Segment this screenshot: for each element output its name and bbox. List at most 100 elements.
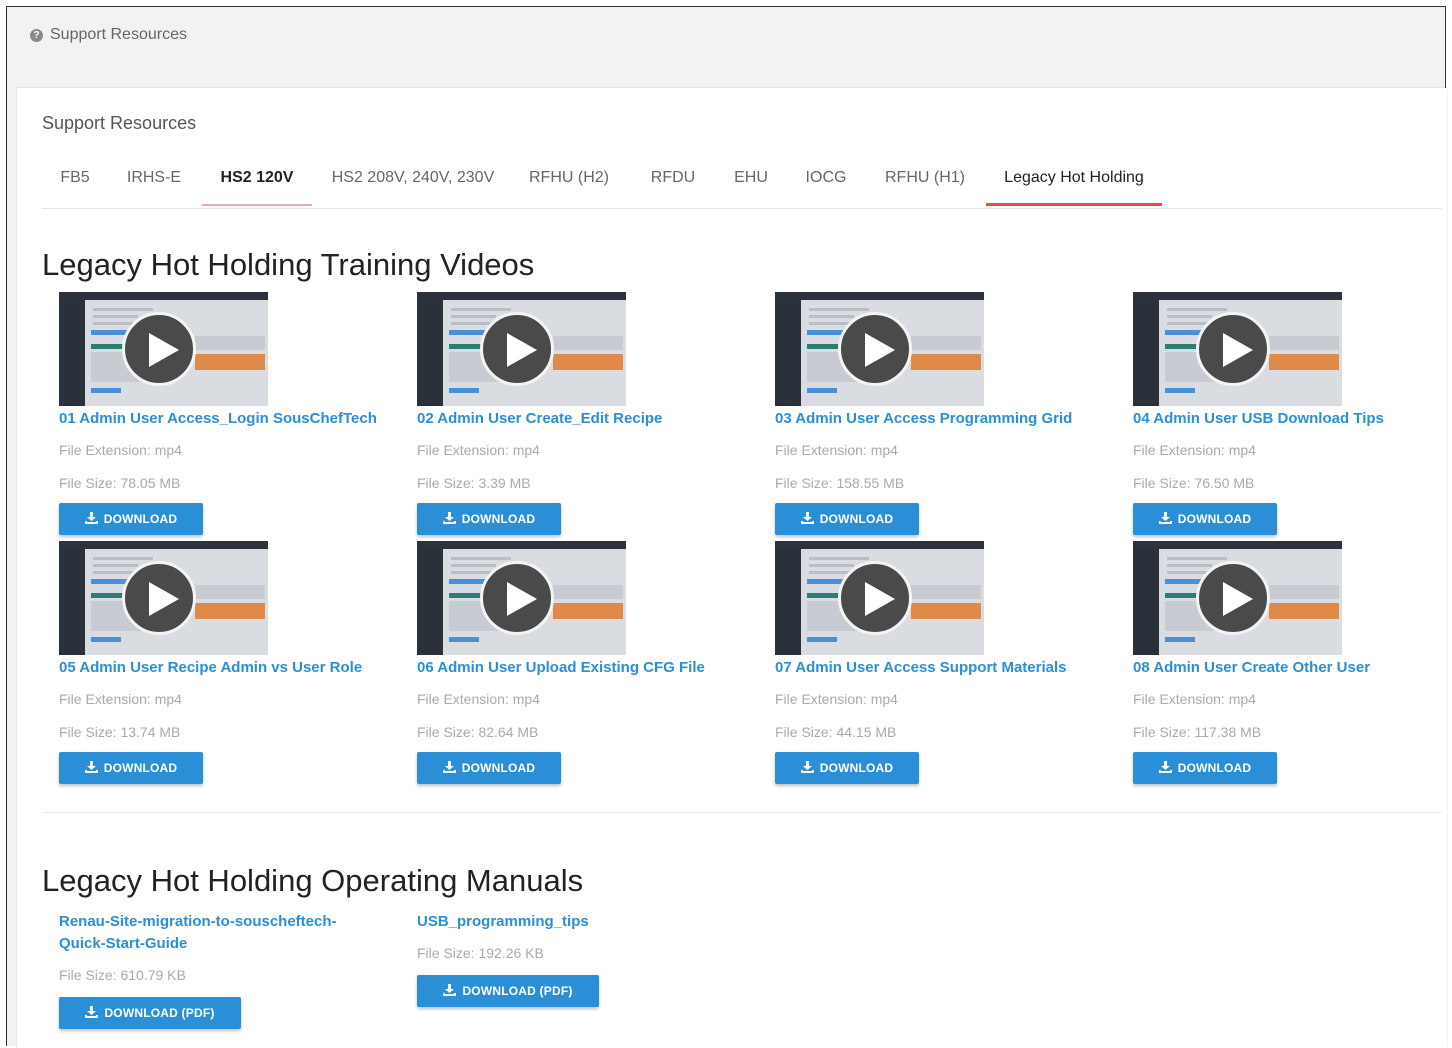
play-icon[interactable]: [838, 312, 912, 386]
download-button[interactable]: DOWNLOAD: [1133, 503, 1277, 535]
video-thumbnail[interactable]: [775, 541, 984, 655]
download-icon: [1158, 511, 1172, 527]
download-icon: [84, 760, 98, 776]
breadcrumb-label: Support Resources: [50, 26, 187, 43]
video-thumbnail[interactable]: [775, 292, 984, 406]
download-icon: [442, 511, 456, 527]
video-title-link[interactable]: 02 Admin User Create_Edit Recipe: [417, 410, 757, 427]
file-extension: File Extension: mp4: [417, 442, 540, 458]
download-button[interactable]: DOWNLOAD: [417, 752, 561, 784]
download-icon: [85, 1005, 99, 1021]
manual-card: USB_programming_tips File Size: 192.26 K…: [417, 911, 757, 1007]
app-frame: ? Support Resources Support Resources FB…: [6, 6, 1447, 1048]
video-title-link[interactable]: 04 Admin User USB Download Tips: [1133, 410, 1452, 427]
file-extension: File Extension: mp4: [417, 691, 540, 707]
file-extension: File Extension: mp4: [1133, 442, 1256, 458]
video-title-link[interactable]: 05 Admin User Recipe Admin vs User Role: [59, 659, 399, 676]
download-button[interactable]: DOWNLOAD: [417, 503, 561, 535]
file-size: File Size: 76.50 MB: [1133, 475, 1255, 491]
video-title-link[interactable]: 03 Admin User Access Programming Grid: [775, 410, 1115, 427]
tab-bar: FB5 IRHS-E HS2 120V HS2 208V, 240V, 230V…: [42, 156, 1442, 209]
download-button[interactable]: DOWNLOAD: [59, 503, 203, 535]
video-thumbnail[interactable]: [1133, 541, 1342, 655]
video-card: 07 Admin User Access Support Materials F…: [775, 541, 1115, 784]
download-button[interactable]: DOWNLOAD: [775, 503, 919, 535]
download-label: DOWNLOAD: [103, 761, 178, 775]
tab-rfhu-h2[interactable]: RFHU (H2): [514, 156, 624, 206]
video-thumbnail[interactable]: [59, 292, 268, 406]
download-button[interactable]: DOWNLOAD: [775, 752, 919, 784]
tab-hs2-120v[interactable]: HS2 120V: [202, 156, 312, 206]
file-size: File Size: 13.74 MB: [59, 724, 181, 740]
support-panel: Support Resources FB5 IRHS-E HS2 120V HS…: [17, 88, 1447, 1048]
manual-file-size: File Size: 192.26 KB: [417, 945, 544, 961]
manual-title-link[interactable]: USB_programming_tips: [417, 911, 757, 933]
manuals-section-title: Legacy Hot Holding Operating Manuals: [42, 863, 584, 898]
download-label: DOWNLOAD: [103, 512, 178, 526]
download-icon: [1158, 760, 1172, 776]
manual-title-line2: Quick-Start-Guide: [59, 935, 188, 952]
file-size: File Size: 44.15 MB: [775, 724, 897, 740]
download-label: DOWNLOAD: [461, 512, 536, 526]
download-label: DOWNLOAD: [461, 761, 536, 775]
download-pdf-label: DOWNLOAD (PDF): [104, 1006, 215, 1020]
tab-irhs-e[interactable]: IRHS-E: [108, 156, 200, 206]
download-icon: [800, 760, 814, 776]
play-icon[interactable]: [480, 312, 554, 386]
download-button[interactable]: DOWNLOAD: [59, 752, 203, 784]
download-label: DOWNLOAD: [1177, 512, 1252, 526]
tab-rfdu[interactable]: RFDU: [632, 156, 714, 206]
file-size: File Size: 82.64 MB: [417, 724, 539, 740]
video-thumbnail[interactable]: [59, 541, 268, 655]
download-pdf-button[interactable]: DOWNLOAD (PDF): [59, 997, 241, 1029]
video-title-link[interactable]: 01 Admin User Access_Login SousChefTech: [59, 410, 399, 427]
tab-hs2-208v[interactable]: HS2 208V, 240V, 230V: [318, 156, 508, 206]
file-extension: File Extension: mp4: [59, 691, 182, 707]
video-title-link[interactable]: 07 Admin User Access Support Materials: [775, 659, 1115, 676]
download-pdf-button[interactable]: DOWNLOAD (PDF): [417, 975, 599, 1007]
manual-title-link[interactable]: Renau-Site-migration-to-souscheftech- Qu…: [59, 911, 399, 955]
tab-rfhu-h1[interactable]: RFHU (H1): [868, 156, 982, 206]
file-extension: File Extension: mp4: [775, 691, 898, 707]
manual-card: Renau-Site-migration-to-souscheftech- Qu…: [59, 911, 399, 1029]
tab-iocg[interactable]: IOCG: [788, 156, 864, 206]
video-thumbnail[interactable]: [417, 541, 626, 655]
help-icon: ?: [30, 28, 43, 42]
video-title-link[interactable]: 08 Admin User Create Other User: [1133, 659, 1452, 676]
file-size: File Size: 158.55 MB: [775, 475, 905, 491]
video-thumbnail[interactable]: [417, 292, 626, 406]
tab-ehu[interactable]: EHU: [718, 156, 784, 206]
manual-file-size: File Size: 610.79 KB: [59, 967, 186, 983]
download-label: DOWNLOAD: [1177, 761, 1252, 775]
top-bar: ? Support Resources: [7, 7, 1445, 87]
video-title-link[interactable]: 06 Admin User Upload Existing CFG File: [417, 659, 757, 676]
play-icon[interactable]: [838, 561, 912, 635]
manual-title-line1: Renau-Site-migration-to-souscheftech-: [59, 913, 337, 930]
video-card: 01 Admin User Access_Login SousChefTech …: [59, 292, 399, 535]
file-extension: File Extension: mp4: [775, 442, 898, 458]
videos-section-title: Legacy Hot Holding Training Videos: [42, 247, 535, 282]
file-size: File Size: 78.05 MB: [59, 475, 181, 491]
download-icon: [84, 511, 98, 527]
play-icon[interactable]: [122, 561, 196, 635]
video-card: 05 Admin User Recipe Admin vs User Role …: [59, 541, 399, 784]
play-icon[interactable]: [1196, 312, 1270, 386]
panel-title: Support Resources: [42, 113, 197, 133]
video-thumbnail[interactable]: [1133, 292, 1342, 406]
tab-fb5[interactable]: FB5: [42, 156, 108, 206]
tab-legacy-hot-holding[interactable]: Legacy Hot Holding: [986, 156, 1162, 206]
download-icon: [800, 511, 814, 527]
breadcrumb: ? Support Resources: [30, 26, 187, 44]
play-icon[interactable]: [1196, 561, 1270, 635]
file-extension: File Extension: mp4: [59, 442, 182, 458]
download-pdf-label: DOWNLOAD (PDF): [462, 984, 573, 998]
play-icon[interactable]: [480, 561, 554, 635]
file-size: File Size: 3.39 MB: [417, 475, 531, 491]
file-extension: File Extension: mp4: [1133, 691, 1256, 707]
play-icon[interactable]: [122, 312, 196, 386]
manual-title-line1: USB_programming_tips: [417, 913, 589, 930]
download-button[interactable]: DOWNLOAD: [1133, 752, 1277, 784]
video-card: 08 Admin User Create Other User File Ext…: [1133, 541, 1452, 784]
download-icon: [443, 983, 457, 999]
download-icon: [442, 760, 456, 776]
